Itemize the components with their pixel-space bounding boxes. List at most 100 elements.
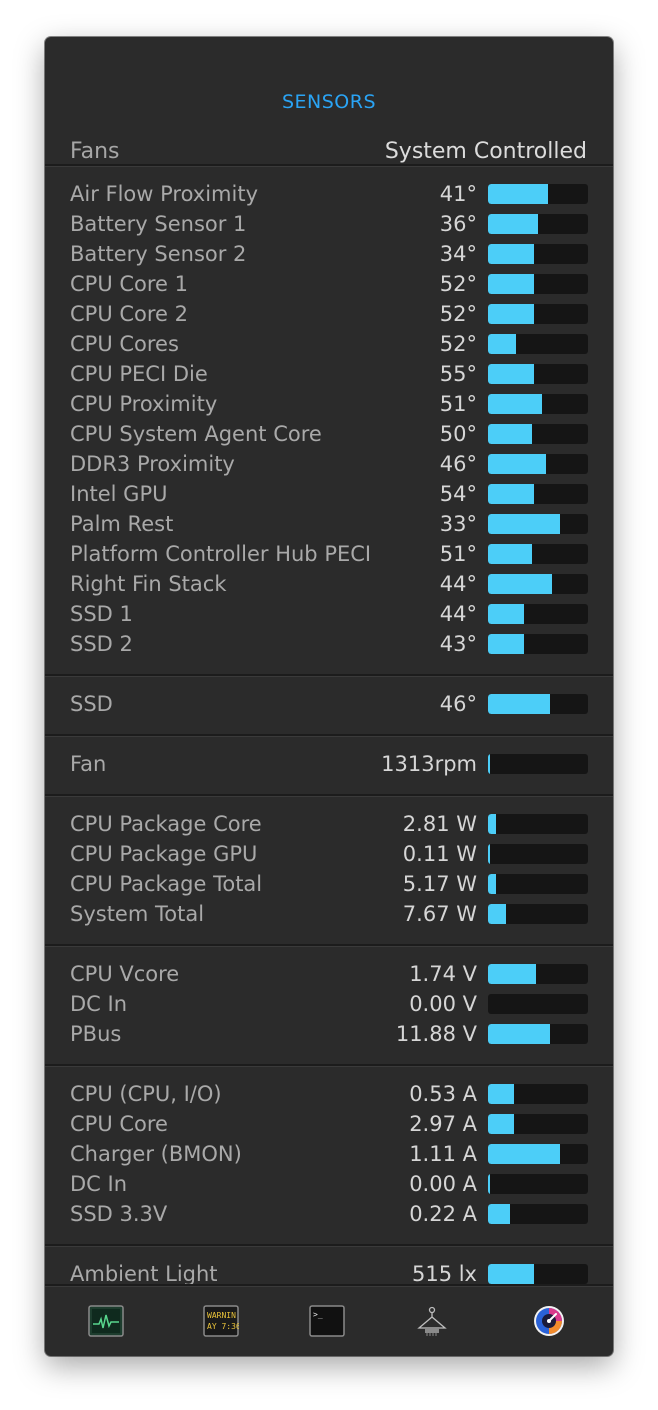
sensor-row[interactable]: Intel GPU 54° (45, 479, 613, 509)
sensor-row[interactable]: CPU System Agent Core 50° (45, 419, 613, 449)
sensor-level-fill (488, 1024, 550, 1044)
sensor-row[interactable]: SSD 46° (45, 689, 613, 719)
sensor-level-bar (488, 394, 588, 414)
sensor-row[interactable]: DC In 0.00 V (45, 989, 613, 1019)
bottom-toolbar: WARNIN AY 7:36 >_ (45, 1289, 613, 1356)
sensor-level-bar (488, 184, 588, 204)
sensor-row[interactable]: CPU Cores 52° (45, 329, 613, 359)
sensor-name: SSD 1 (70, 602, 133, 626)
section-divider (45, 794, 613, 797)
sensor-level-fill (488, 814, 496, 834)
sensor-name: PBus (70, 1022, 122, 1046)
sensor-level-bar (488, 694, 588, 714)
section-divider (45, 1064, 613, 1067)
section-ssd: SSD 46° (45, 689, 613, 719)
activity-monitor-button[interactable] (88, 1305, 124, 1337)
sensor-name: CPU Core 2 (70, 302, 189, 326)
sensor-value: 44° (439, 602, 477, 626)
sensor-level-bar (488, 334, 588, 354)
sensor-value: 55° (439, 362, 477, 386)
sensor-level-bar (488, 964, 588, 984)
sensor-name: CPU Package Total (70, 872, 263, 896)
sensor-level-fill (488, 634, 524, 654)
sensor-level-bar (488, 454, 588, 474)
sensor-row[interactable]: Air Flow Proximity 41° (45, 179, 613, 209)
sensor-name: CPU Package GPU (70, 842, 258, 866)
sensor-value: 41° (439, 182, 477, 206)
sensor-value: 1313rpm (381, 752, 477, 776)
terminal-button[interactable]: >_ (309, 1305, 345, 1337)
sensor-level-fill (488, 574, 552, 594)
sensor-value: 1.11 A (409, 1142, 477, 1166)
sensor-level-bar (488, 994, 588, 1014)
sensor-value: 2.81 W (402, 812, 477, 836)
activity-monitor-icon (88, 1305, 124, 1337)
sensor-value: 5.17 W (402, 872, 477, 896)
sensor-name: SSD 2 (70, 632, 133, 656)
sensor-level-bar (488, 904, 588, 924)
sensor-value: 52° (439, 302, 477, 326)
sensor-level-bar (488, 1204, 588, 1224)
sensor-value: 54° (439, 482, 477, 506)
sensor-row[interactable]: CPU Core 2 52° (45, 299, 613, 329)
sensor-value: 43° (439, 632, 477, 656)
sensor-level-fill (488, 454, 546, 474)
sensor-level-fill (488, 1114, 514, 1134)
sensor-row[interactable]: CPU Package Total 5.17 W (45, 869, 613, 899)
sensor-row[interactable]: Palm Rest 33° (45, 509, 613, 539)
console-button[interactable]: WARNIN AY 7:36 (203, 1305, 239, 1337)
sensor-row[interactable]: Fan 1313rpm (45, 749, 613, 779)
sensor-level-bar (488, 1174, 588, 1194)
sensor-row[interactable]: CPU Vcore 1.74 V (45, 959, 613, 989)
sensor-level-bar (488, 604, 588, 624)
panel-title: SENSORS (281, 91, 377, 113)
sensor-name: DC In (70, 1172, 128, 1196)
section-power: CPU Package Core 2.81 W CPU Package GPU 0.1… (45, 809, 613, 929)
sensor-level-fill (488, 604, 524, 624)
sensor-row[interactable]: SSD 1 44° (45, 599, 613, 629)
sensor-value: 36° (439, 212, 477, 236)
sensor-row[interactable]: Charger (BMON) 1.11 A (45, 1139, 613, 1169)
section-divider (45, 734, 613, 737)
sensor-level-fill (488, 544, 532, 564)
sensor-row[interactable]: CPU Core 2.97 A (45, 1109, 613, 1139)
sensor-row[interactable]: Right Fin Stack 44° (45, 569, 613, 599)
sensor-row[interactable]: System Total 7.67 W (45, 899, 613, 929)
sensor-row[interactable]: Platform Controller Hub PECI 51° (45, 539, 613, 569)
section-current: CPU (CPU, I/O) 0.53 A CPU Core 2.97 A Charge… (45, 1079, 613, 1229)
console-icon-text-line1: WARNIN (207, 1311, 236, 1320)
sensor-level-bar (488, 274, 588, 294)
sensor-row[interactable]: DDR3 Proximity 46° (45, 449, 613, 479)
sensor-name: Intel GPU (70, 482, 168, 506)
sensor-row[interactable]: SSD 3.3V 0.22 A (45, 1199, 613, 1229)
sensor-row[interactable]: Battery Sensor 2 34° (45, 239, 613, 269)
sensor-name: CPU Core (70, 1112, 168, 1136)
sensor-level-fill (488, 364, 534, 384)
system-information-button[interactable] (414, 1305, 450, 1337)
sensor-level-bar (488, 214, 588, 234)
sensor-value: 51° (439, 392, 477, 416)
sensor-row[interactable]: CPU PECI Die 55° (45, 359, 613, 389)
sensor-row[interactable]: CPU Core 1 52° (45, 269, 613, 299)
sensor-row[interactable]: Battery Sensor 1 36° (45, 209, 613, 239)
sensor-row[interactable]: CPU (CPU, I/O) 0.53 A (45, 1079, 613, 1109)
section-divider (45, 944, 613, 947)
sensor-value: 52° (439, 272, 477, 296)
sensor-row[interactable]: CPU Package GPU 0.11 W (45, 839, 613, 869)
istat-menus-button[interactable] (531, 1305, 567, 1337)
sensor-value: 1.74 V (409, 962, 477, 986)
sensor-row[interactable]: DC In 0.00 A (45, 1169, 613, 1199)
sensor-row[interactable]: PBus 11.88 V (45, 1019, 613, 1049)
sensor-name: CPU PECI Die (70, 362, 208, 386)
sensors-panel: SENSORS Fans System Controlled Air Flow … (45, 37, 613, 1356)
sensor-row[interactable]: CPU Package Core 2.81 W (45, 809, 613, 839)
sensor-level-fill (488, 754, 490, 774)
sensor-level-bar (488, 1114, 588, 1134)
sensor-row[interactable]: SSD 2 43° (45, 629, 613, 659)
section-divider (45, 674, 613, 677)
sensor-row[interactable]: CPU Proximity 51° (45, 389, 613, 419)
sensor-value: 7.67 W (402, 902, 477, 926)
sensor-name: Fan (70, 752, 107, 776)
sensor-level-fill (488, 424, 532, 444)
sensor-level-fill (488, 694, 550, 714)
